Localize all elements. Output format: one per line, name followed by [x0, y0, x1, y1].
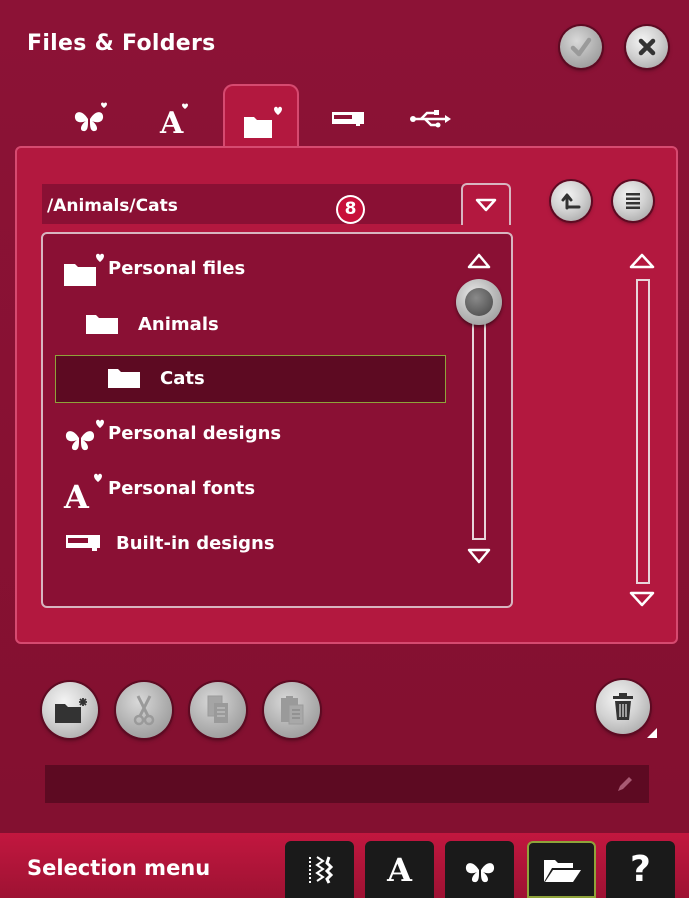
folder-icon: [108, 369, 140, 388]
callout-badge: 8: [336, 195, 365, 224]
sewing-machine-icon: [66, 535, 100, 551]
scissors-icon: [133, 695, 155, 726]
files-and-folders-window: Files & Folders A /Animals/Cats 8 Person…: [0, 0, 689, 898]
cancel-button[interactable]: [626, 26, 668, 68]
list-view-icon: [626, 193, 640, 209]
open-folder-icon: [543, 859, 581, 882]
stitch-menu-icon: [308, 855, 333, 884]
corner-indicator-icon: [647, 728, 657, 738]
list-item-label: Built-in designs: [116, 532, 275, 554]
scroll-down-arrow[interactable]: [466, 547, 492, 565]
butterfly-heart-icon: [74, 102, 107, 132]
list-item-label: Cats: [160, 367, 205, 389]
folder-up-icon: [561, 193, 581, 210]
folder-heart-icon: [64, 253, 104, 286]
list-item-label: Personal fonts: [108, 477, 256, 499]
copy-button[interactable]: [190, 682, 246, 738]
window-title: Files & Folders: [27, 31, 216, 56]
sewing-machine-icon: [332, 112, 364, 126]
copy-icon: [207, 695, 228, 723]
usb-icon: [410, 110, 451, 128]
file-manager-button[interactable]: [527, 841, 596, 898]
cut-button[interactable]: [116, 682, 172, 738]
butterfly-icon: [465, 862, 494, 882]
tab-built-in-designs[interactable]: [316, 94, 380, 144]
list-item-personal-fonts[interactable]: A Personal fonts: [62, 472, 255, 510]
list-item-personal-files[interactable]: Personal files: [62, 252, 245, 288]
list-scrollbar-thumb[interactable]: [456, 279, 502, 325]
selection-menu-label: Selection menu: [27, 856, 211, 880]
svg-text:A: A: [63, 478, 90, 510]
tab-personal-fonts[interactable]: A: [140, 94, 204, 144]
scroll-up-arrow[interactable]: [466, 252, 492, 270]
chevron-down-icon: [475, 198, 497, 212]
list-item-built-in-designs[interactable]: Built-in designs: [64, 531, 275, 555]
list-item-label: Personal files: [108, 257, 246, 279]
path-dropdown-button[interactable]: [461, 183, 511, 225]
tab-usb[interactable]: [398, 94, 462, 144]
help-button[interactable]: ?: [606, 841, 675, 898]
callout-number: 8: [338, 197, 363, 222]
ok-button[interactable]: [560, 26, 602, 68]
up-folder-button[interactable]: [551, 181, 591, 221]
list-item-animals[interactable]: Animals: [84, 312, 219, 336]
design-menu-button[interactable]: [445, 841, 514, 898]
trash-icon: [613, 693, 633, 720]
font-heart-icon: A: [159, 103, 188, 137]
folder-heart-icon: [244, 106, 282, 138]
list-item-label: Personal designs: [108, 422, 282, 444]
pencil-icon: [618, 777, 632, 791]
help-icon: ?: [630, 849, 651, 890]
name-input-field[interactable]: [45, 765, 649, 803]
font-heart-icon: A: [63, 473, 102, 510]
delete-button[interactable]: [596, 680, 650, 734]
tab-personal-designs[interactable]: [58, 94, 122, 144]
right-scrollbar-track[interactable]: [636, 279, 650, 584]
list-item-personal-designs[interactable]: Personal designs: [62, 418, 281, 454]
font-menu-button[interactable]: A: [365, 841, 434, 898]
list-scrollbar-track[interactable]: [472, 318, 486, 540]
new-folder-button[interactable]: [42, 682, 98, 738]
current-path: /Animals/Cats: [47, 196, 178, 216]
font-icon: A: [387, 850, 412, 889]
list-item-cats[interactable]: Cats: [106, 366, 205, 390]
paste-button[interactable]: [264, 682, 320, 738]
checkmark-icon: [570, 37, 592, 57]
right-scroll-down-arrow[interactable]: [628, 590, 656, 608]
paste-icon: [281, 696, 304, 725]
list-view-button[interactable]: [613, 181, 653, 221]
stitch-menu-button[interactable]: [285, 841, 354, 898]
folder-icon: [86, 315, 118, 334]
right-scroll-up-arrow[interactable]: [628, 252, 656, 270]
butterfly-heart-icon: [65, 419, 104, 451]
svg-text:A: A: [159, 106, 184, 137]
list-item-label: Animals: [138, 313, 219, 335]
close-icon: [638, 38, 656, 56]
new-folder-icon: [55, 698, 87, 723]
